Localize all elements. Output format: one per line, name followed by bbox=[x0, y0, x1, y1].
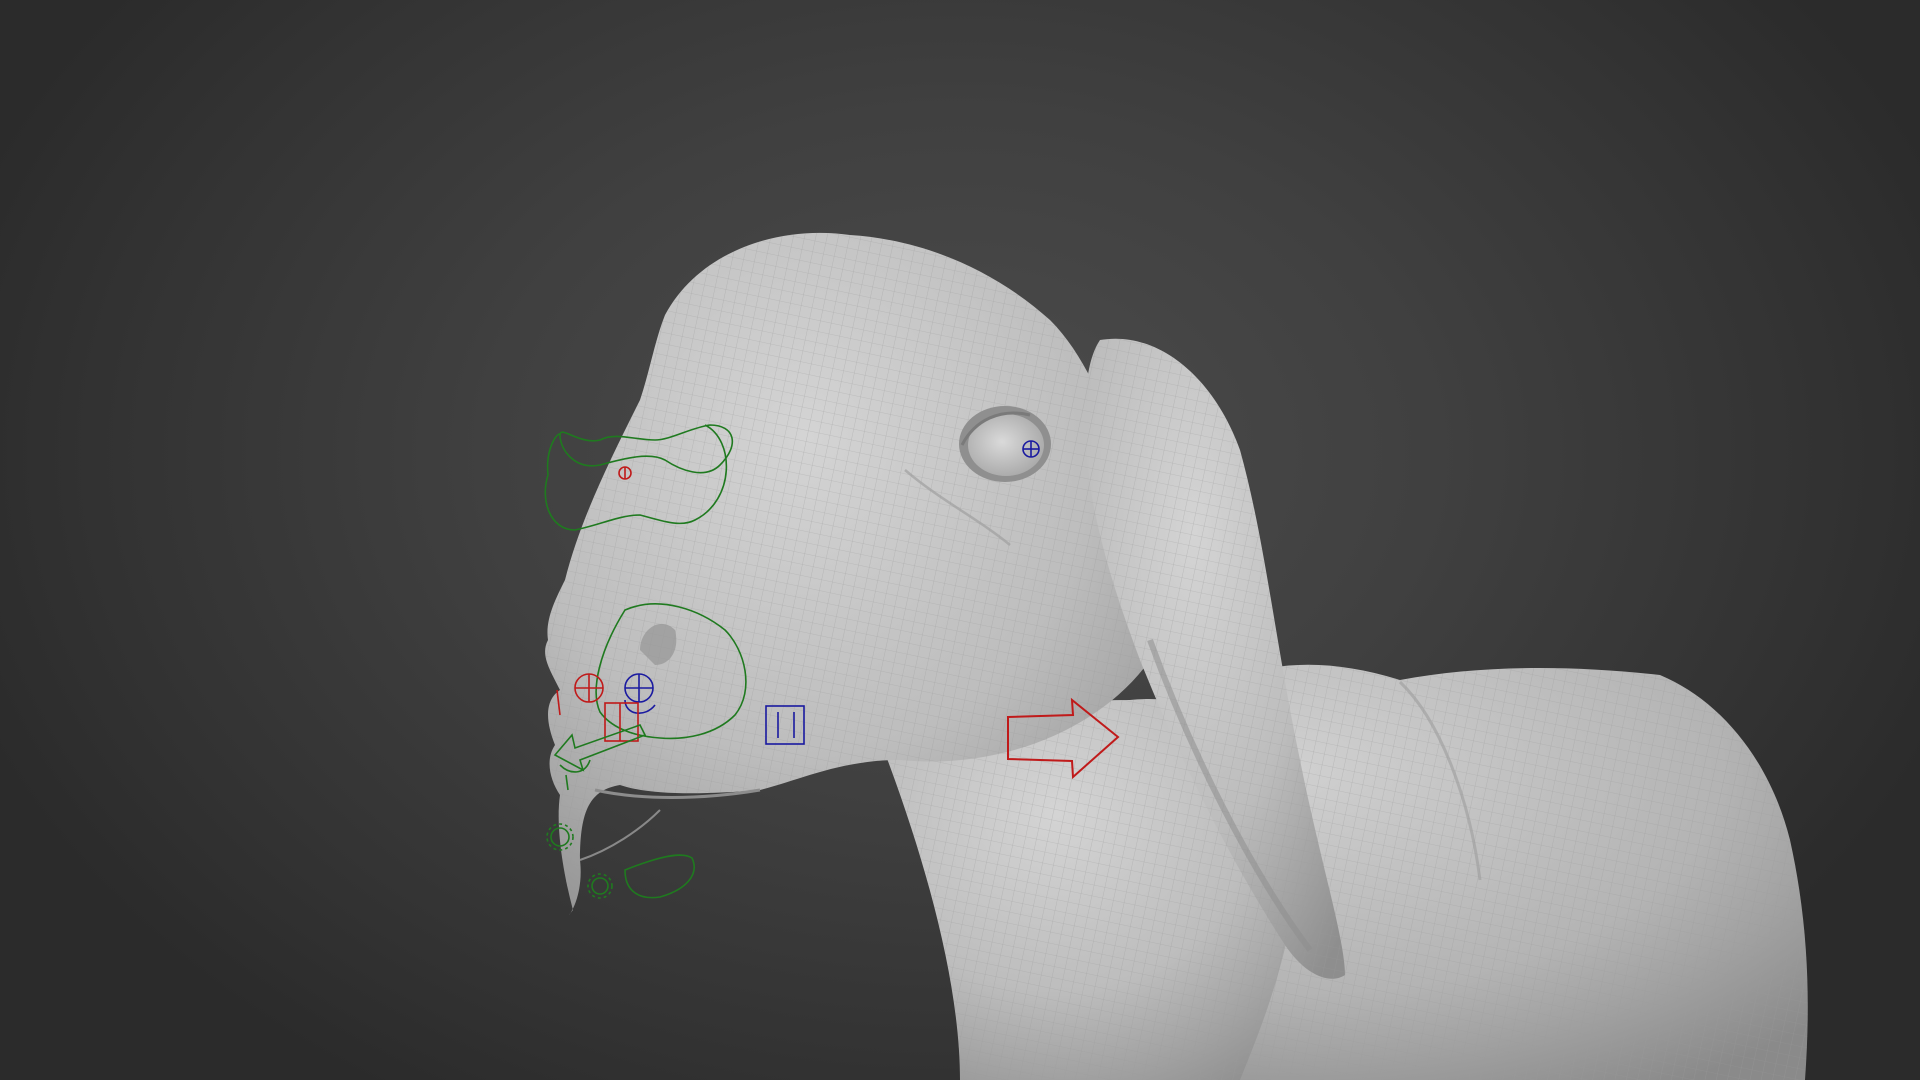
3d-viewport[interactable] bbox=[0, 0, 1920, 1080]
viewport-scene[interactable] bbox=[0, 0, 1920, 1080]
chin-control[interactable] bbox=[624, 854, 695, 899]
chin-gear-control[interactable] bbox=[591, 877, 609, 895]
